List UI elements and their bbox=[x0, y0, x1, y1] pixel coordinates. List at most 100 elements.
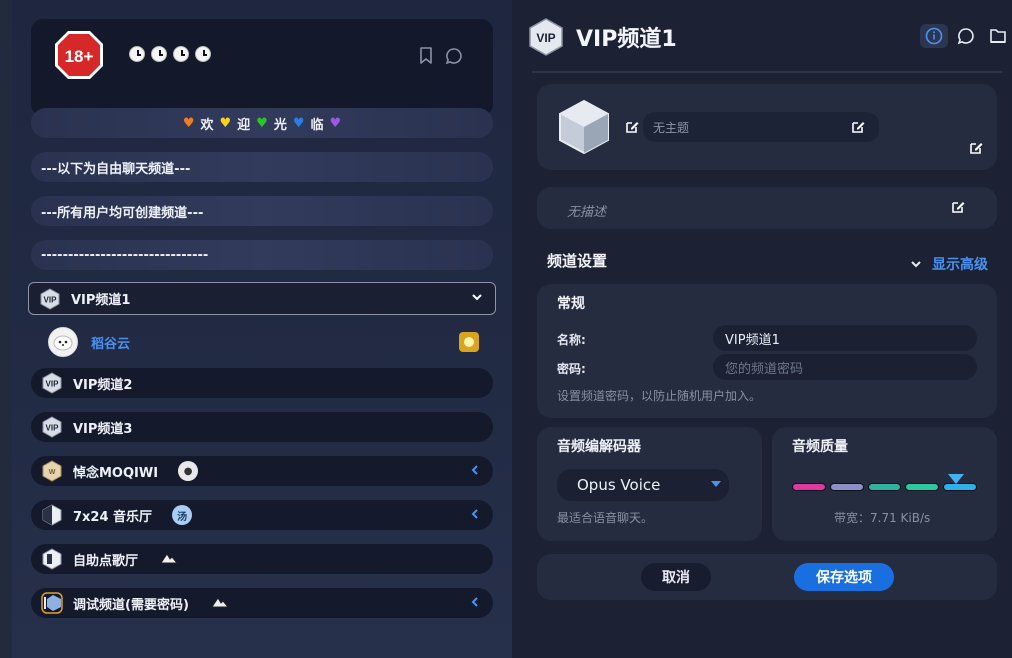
channel-banner-free-chat[interactable]: ---以下为自由聊天频道--- bbox=[31, 152, 493, 182]
cancel-button[interactable]: 取消 bbox=[641, 563, 711, 591]
codec-select[interactable]: Opus Voice bbox=[557, 469, 729, 501]
heart-icon-orange: ♥ bbox=[182, 115, 195, 131]
general-title: 常规 bbox=[557, 296, 585, 312]
channel-debug-password[interactable]: 调试频道(需要密码) bbox=[31, 588, 493, 618]
channel-name-field[interactable]: VIP频道1 bbox=[713, 325, 977, 351]
chevron-down-icon bbox=[472, 294, 482, 301]
channel-label: 自助点歌厅 bbox=[73, 553, 139, 569]
quality-segment[interactable] bbox=[829, 483, 864, 491]
channel-user-avatar bbox=[158, 549, 180, 569]
channel-description-box[interactable]: 无描述 bbox=[537, 187, 997, 229]
welcome-banner-channel[interactable]: ♥ 欢 ♥ 迎 ♥ 光 ♥ 临 ♥ bbox=[31, 108, 493, 138]
channel-label: VIP频道3 bbox=[73, 421, 133, 437]
debug-badge-icon bbox=[41, 592, 63, 614]
channel-vip-2[interactable]: VIP VIP频道2 bbox=[31, 368, 493, 398]
codec-hint: 最适合语音聊天。 bbox=[557, 511, 654, 525]
coin-badge-icon bbox=[459, 332, 479, 352]
quality-segment[interactable] bbox=[905, 483, 940, 491]
bandwidth-readout: 带宽：7.71 KiB/s bbox=[834, 511, 931, 525]
panel-header: VIP VIP频道1 bbox=[528, 17, 677, 57]
clock-icon bbox=[129, 46, 145, 62]
show-advanced-label: 显示高级 bbox=[932, 257, 988, 273]
chevron-left-icon bbox=[471, 509, 478, 519]
clock-icons bbox=[129, 46, 211, 62]
theme-input[interactable]: 无主题 bbox=[643, 112, 879, 142]
channel-password-field[interactable]: 您的频道密码 bbox=[713, 354, 977, 380]
clock-icon bbox=[195, 46, 211, 62]
edit-banner-icon[interactable] bbox=[967, 139, 985, 157]
vip-badge-icon: VIP bbox=[42, 416, 62, 438]
chat-bubble-icon[interactable] bbox=[445, 47, 463, 65]
channel-user-avatar: 汤 bbox=[172, 505, 193, 525]
heart-icon-blue: ♥ bbox=[292, 115, 305, 131]
quality-segment[interactable] bbox=[792, 483, 826, 491]
action-bar: 取消 保存选项 bbox=[537, 554, 997, 600]
heart-icon-yellow: ♥ bbox=[219, 115, 232, 131]
description-placeholder: 无描述 bbox=[567, 205, 607, 220]
svg-text:VIP: VIP bbox=[46, 380, 60, 389]
music-hall-badge-icon bbox=[42, 504, 62, 526]
user-name: 稻谷云 bbox=[91, 336, 131, 352]
channel-music-hall[interactable]: 7x24 音乐厅 汤 bbox=[31, 500, 493, 530]
general-settings-box: 常规 名称: VIP频道1 密码: 您的频道密码 设置频道密码，以防止随机用户加… bbox=[537, 284, 997, 418]
channel-label: VIP频道1 bbox=[71, 293, 131, 308]
channel-label: ---以下为自由聊天频道--- bbox=[41, 161, 191, 177]
cube-icon bbox=[559, 99, 609, 155]
info-icon[interactable] bbox=[920, 24, 948, 48]
quality-segment[interactable] bbox=[943, 483, 977, 491]
welcome-word: 欢 bbox=[200, 117, 214, 133]
memorial-badge-icon: W bbox=[42, 460, 62, 482]
chevron-down-icon bbox=[911, 261, 921, 268]
chat-icon[interactable] bbox=[952, 24, 980, 48]
svg-text:18+: 18+ bbox=[65, 47, 94, 66]
channel-user-row[interactable]: 稻谷云 bbox=[48, 326, 493, 358]
edit-description-icon[interactable] bbox=[949, 198, 967, 216]
heart-icon-purple: ♥ bbox=[329, 115, 342, 131]
channel-label: VIP频道2 bbox=[73, 377, 133, 393]
audio-quality-box: 音频质量 带宽：7.71 KiB/s bbox=[772, 427, 997, 541]
user-avatar bbox=[48, 327, 78, 357]
file-icon[interactable] bbox=[984, 24, 1012, 48]
svg-text:VIP: VIP bbox=[44, 295, 58, 304]
clock-icon bbox=[173, 46, 189, 62]
channel-vip-1-active[interactable]: VIP VIP频道1 bbox=[28, 282, 496, 315]
svg-text:W: W bbox=[49, 469, 56, 476]
vip-badge-icon: VIP bbox=[529, 18, 563, 56]
window-edge bbox=[0, 0, 12, 658]
channel-banner-divider[interactable]: ------------------------------- bbox=[31, 240, 493, 270]
chevron-left-icon bbox=[471, 597, 478, 607]
codec-title: 音频编解码器 bbox=[557, 439, 641, 455]
channel-self-service-karaoke[interactable]: 自助点歌厅 bbox=[31, 544, 493, 574]
header-divider bbox=[532, 71, 1002, 73]
name-label: 名称: bbox=[557, 333, 586, 347]
quality-title: 音频质量 bbox=[792, 439, 848, 455]
channel-theme-box: 无主题 bbox=[537, 84, 997, 170]
karaoke-badge-icon bbox=[42, 548, 62, 570]
save-options-button[interactable]: 保存选项 bbox=[794, 563, 894, 591]
header-toolbar bbox=[920, 24, 1012, 48]
channel-banner-all-users[interactable]: ---所有用户均可创建频道--- bbox=[31, 196, 493, 226]
show-advanced-toggle[interactable]: 显示高级 bbox=[910, 254, 988, 274]
quality-slider[interactable] bbox=[792, 483, 977, 491]
edit-theme-text-icon[interactable] bbox=[849, 118, 867, 136]
chevron-left-icon bbox=[471, 465, 478, 475]
bookmark-icon[interactable] bbox=[417, 47, 435, 65]
vip-badge-icon: VIP bbox=[42, 372, 62, 394]
quality-slider-handle[interactable] bbox=[948, 474, 964, 484]
vip-badge-icon: VIP bbox=[40, 287, 60, 310]
channel-label: 悼念MOQIWI bbox=[73, 465, 159, 481]
channel-label: 调试频道(需要密码) bbox=[73, 597, 189, 613]
server-banner-card: 18+ bbox=[31, 19, 493, 116]
caret-down-icon bbox=[711, 481, 721, 487]
adult-18-plus-logo: 18+ bbox=[55, 31, 103, 79]
heart-icon-green: ♥ bbox=[256, 115, 268, 131]
channel-memorial[interactable]: W 悼念MOQIWI ● bbox=[31, 456, 493, 486]
channel-vip-3[interactable]: VIP VIP频道3 bbox=[31, 412, 493, 442]
edit-theme-icon[interactable] bbox=[623, 118, 641, 136]
svg-text:VIP: VIP bbox=[46, 424, 60, 433]
page-title: VIP频道1 bbox=[576, 27, 677, 52]
welcome-word: 临 bbox=[310, 117, 324, 133]
clock-icon bbox=[151, 46, 167, 62]
quality-segment[interactable] bbox=[867, 483, 902, 491]
channel-label: ---所有用户均可创建频道--- bbox=[41, 205, 204, 221]
